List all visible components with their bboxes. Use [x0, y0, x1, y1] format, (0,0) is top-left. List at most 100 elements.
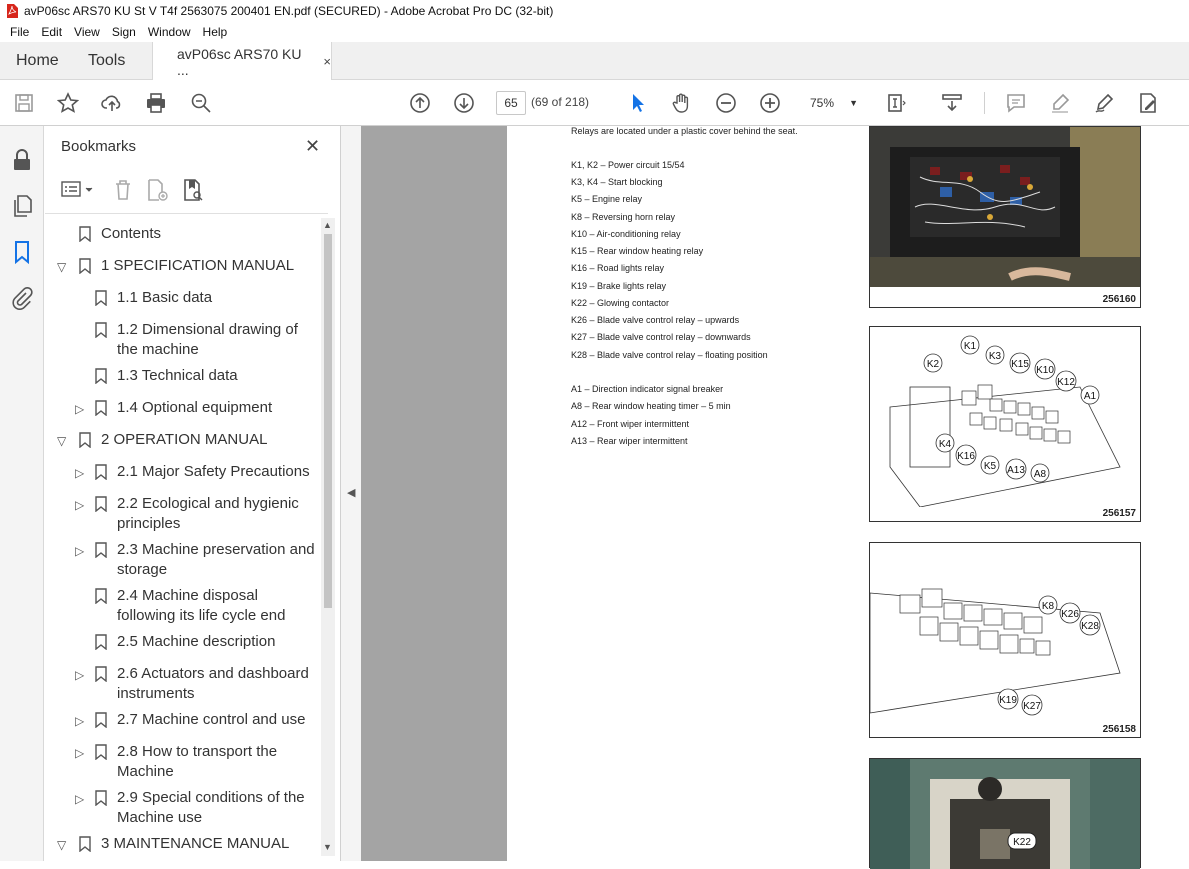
bookmark-safety-precautions[interactable]: ▷ 2.1 Major Safety Precautions — [45, 462, 321, 484]
bookmark-dimensional-drawing[interactable]: 1.2 Dimensional drawing of the machine — [45, 320, 321, 362]
bookmark-flag-icon — [95, 368, 107, 384]
fill-sign-icon[interactable] — [1136, 91, 1160, 115]
bookmark-maintenance-manual[interactable]: ▽ 3 MAINTENANCE MANUAL — [45, 834, 321, 856]
panel-collapse-strip[interactable]: ◀ — [341, 126, 361, 861]
chevron-down-icon[interactable]: ▽ — [57, 431, 66, 451]
bookmark-label: Contents — [101, 225, 162, 242]
relay-item: K3, K4 – Start blocking — [571, 177, 663, 187]
bookmark-operation-manual[interactable]: ▽ 2 OPERATION MANUAL — [45, 430, 321, 452]
zoom-select[interactable]: 75% ▼ — [800, 91, 862, 115]
chevron-right-icon[interactable]: ▷ — [75, 711, 84, 731]
chevron-down-icon[interactable]: ▽ — [57, 257, 66, 277]
close-icon[interactable]: ✕ — [305, 136, 320, 157]
relay-item: K5 – Engine relay — [571, 194, 643, 204]
bookmark-label-cont: Machine use — [117, 809, 203, 826]
hand-tool-icon[interactable] — [670, 91, 694, 115]
bookmark-flag-icon — [95, 634, 107, 650]
scroll-mode-icon[interactable] — [940, 91, 964, 115]
star-icon[interactable] — [56, 91, 80, 115]
bookmark-transport[interactable]: ▷ 2.8 How to transport the Machine — [45, 742, 321, 784]
scroll-up-icon[interactable]: ▲ — [323, 220, 332, 230]
bookmark-label-cont: the machine — [117, 341, 199, 358]
page-number-input[interactable]: 65 — [496, 91, 526, 115]
highlight-pen-icon[interactable] — [1048, 91, 1072, 115]
comment-icon[interactable] — [1004, 91, 1028, 115]
scroll-down-icon[interactable]: ▼ — [323, 842, 332, 852]
chevron-right-icon[interactable]: ▷ — [75, 665, 84, 685]
new-bookmark-icon[interactable] — [145, 178, 169, 202]
collapse-left-icon[interactable]: ◀ — [347, 486, 355, 499]
callout-label: K27 — [1023, 701, 1041, 712]
pages-thumbnail-icon[interactable] — [10, 194, 34, 218]
menu-window[interactable]: Window — [142, 25, 197, 39]
zoom-out-icon[interactable] — [714, 91, 738, 115]
relay-item: K16 – Road lights relay — [571, 263, 665, 273]
chevron-right-icon[interactable]: ▷ — [75, 541, 84, 561]
bookmark-flag-icon — [95, 464, 107, 480]
save-icon[interactable] — [12, 91, 36, 115]
menu-sign[interactable]: Sign — [106, 25, 142, 39]
bookmark-label-cont: following its life cycle end — [117, 607, 286, 624]
bookmark-icon[interactable] — [10, 240, 34, 265]
delete-icon[interactable] — [111, 178, 135, 202]
menu-help[interactable]: Help — [197, 25, 234, 39]
chevron-right-icon[interactable]: ▷ — [75, 463, 84, 483]
chevron-right-icon[interactable]: ▷ — [75, 789, 84, 809]
menu-view[interactable]: View — [68, 25, 106, 39]
bookmark-ecological-principles[interactable]: ▷ 2.2 Ecological and hygienic principles — [45, 494, 321, 536]
zoom-in-icon[interactable] — [758, 91, 782, 115]
module-item: A13 – Rear wiper intermittent — [571, 436, 688, 446]
bookmark-machine-control[interactable]: ▷ 2.7 Machine control and use — [45, 710, 321, 732]
bookmark-specification-manual[interactable]: ▽ 1 SPECIFICATION MANUAL — [45, 256, 321, 278]
bookmark-actuators-dashboard[interactable]: ▷ 2.6 Actuators and dashboard instrument… — [45, 664, 321, 706]
toolbar-separator — [984, 92, 985, 114]
bookmark-label-cont: storage — [117, 561, 168, 578]
lock-icon[interactable] — [10, 148, 34, 172]
chevron-right-icon[interactable]: ▷ — [75, 399, 84, 419]
chevron-down-icon[interactable]: ▽ — [57, 835, 66, 855]
bookmark-basic-data[interactable]: 1.1 Basic data — [45, 288, 321, 310]
bookmark-machine-preservation[interactable]: ▷ 2.3 Machine preservation and storage — [45, 540, 321, 582]
main-toolbar: 65 (69 of 218) 75% ▼ — [0, 80, 1189, 126]
attachment-icon[interactable] — [10, 286, 34, 310]
page-down-icon[interactable] — [452, 91, 476, 115]
bookmark-label: 2.6 Actuators and dashboard — [117, 665, 309, 682]
tab-home[interactable]: Home — [16, 42, 59, 80]
chevron-right-icon[interactable]: ▷ — [75, 743, 84, 763]
relay-item: K26 – Blade valve control relay – upward… — [571, 315, 740, 325]
page-up-icon[interactable] — [408, 91, 432, 115]
callout-label: K12 — [1057, 377, 1075, 388]
sign-pen-icon[interactable] — [1092, 91, 1116, 115]
bookmark-machine-description[interactable]: 2.5 Machine description — [45, 632, 321, 654]
menu-edit[interactable]: Edit — [35, 25, 68, 39]
zoom-search-icon[interactable] — [189, 91, 213, 115]
upload-cloud-icon[interactable] — [100, 91, 124, 115]
scroll-thumb[interactable] — [324, 234, 332, 608]
bookmark-contents[interactable]: Contents — [45, 224, 321, 246]
options-menu-icon[interactable] — [61, 178, 97, 202]
find-bookmark-icon[interactable] — [181, 178, 205, 202]
tab-tools[interactable]: Tools — [88, 42, 125, 80]
select-cursor-icon[interactable] — [626, 91, 650, 115]
tab-document-label: avP06sc ARS70 KU ... — [177, 45, 302, 78]
bookmark-optional-equipment[interactable]: ▷ 1.4 Optional equipment — [45, 398, 321, 420]
tab-close-icon[interactable]: × — [323, 54, 331, 69]
document-viewer[interactable]: Relays are located under a plastic cover… — [361, 126, 1189, 869]
page-fit-icon[interactable] — [884, 91, 908, 115]
relay-box-photo — [870, 127, 1140, 287]
tab-document[interactable]: avP06sc ARS70 KU ... × — [152, 42, 332, 81]
bookmarks-toolbar — [45, 168, 328, 214]
zoom-value: 75% — [810, 96, 835, 110]
bookmark-machine-disposal[interactable]: 2.4 Machine disposal following its life … — [45, 586, 321, 628]
callout-label: K28 — [1081, 621, 1099, 632]
bookmark-technical-data[interactable]: 1.3 Technical data — [45, 366, 321, 388]
print-icon[interactable] — [144, 91, 168, 115]
module-item: A1 – Direction indicator signal breaker — [571, 384, 724, 394]
bookmark-scrollbar[interactable]: ▲ ▼ — [321, 218, 335, 856]
callout-label: K3 — [989, 351, 1002, 362]
menu-file[interactable]: File — [4, 25, 35, 39]
bookmark-label: 2.3 Machine preservation and — [117, 541, 315, 558]
bookmark-special-conditions[interactable]: ▷ 2.9 Special conditions of the Machine … — [45, 788, 321, 830]
figure-number: 256158 — [1102, 724, 1136, 735]
chevron-right-icon[interactable]: ▷ — [75, 495, 84, 515]
